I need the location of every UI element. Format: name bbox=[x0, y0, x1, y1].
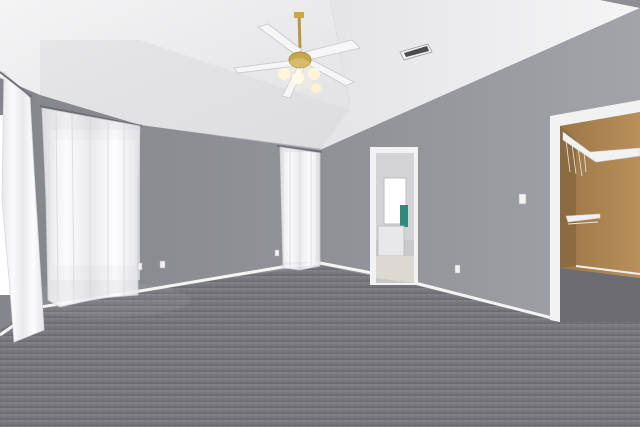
bathroom-vanity bbox=[377, 225, 405, 257]
window-light-pool bbox=[10, 282, 190, 318]
bathroom-plant bbox=[400, 205, 408, 227]
room-photo bbox=[0, 0, 640, 427]
light-switch[interactable] bbox=[518, 193, 527, 205]
fan-light-4 bbox=[311, 83, 321, 93]
closet-doorway[interactable] bbox=[550, 100, 640, 322]
outlet-left-wall-2 bbox=[137, 262, 143, 271]
outlet-left-wall-3 bbox=[274, 249, 280, 257]
outlet-right-wall bbox=[454, 264, 461, 274]
outlet-left-wall-1 bbox=[159, 260, 166, 269]
bathroom-doorway[interactable] bbox=[370, 147, 418, 285]
